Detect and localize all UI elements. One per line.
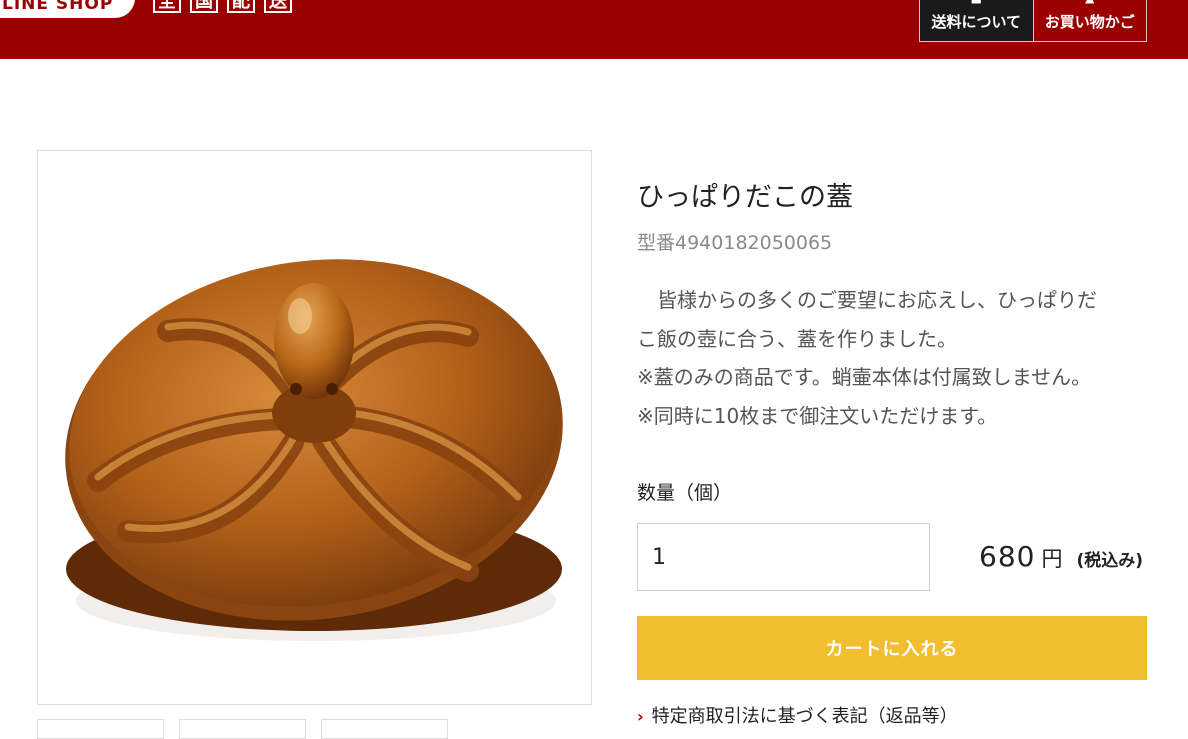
truck-icon: ■ <box>971 0 982 5</box>
description-line-2: こ飯の壺に合う、蓋を作りました。 <box>637 326 957 351</box>
shipping-info-button[interactable]: ■ 送料について <box>920 0 1033 41</box>
banner-char-2: 国 <box>190 0 218 13</box>
logo-text: LINE SHOP <box>2 0 114 14</box>
nationwide-delivery-banner: 全 国 配 送 <box>153 0 292 13</box>
legal-notice-link[interactable]: › 特定商取引法に基づく表記（返品等） <box>637 702 958 728</box>
product-description: 皆様からの多くのご要望にお応えし、ひっぱりだ こ飯の壺に合う、蓋を作りました。 … <box>637 281 1152 435</box>
price-display: 680 円 (税込み) <box>979 540 1143 573</box>
quantity-input[interactable] <box>637 523 930 591</box>
description-line-1: 皆様からの多くのご要望にお応えし、ひっぱりだ <box>637 288 1097 312</box>
thumbnail-strip <box>37 719 448 739</box>
header-buttons: ■ 送料について ▲ お買い物かご <box>919 0 1147 42</box>
add-to-cart-button[interactable]: カートに入れる <box>637 616 1147 680</box>
shopping-cart-button[interactable]: ▲ お買い物かご <box>1032 0 1146 41</box>
product-image[interactable] <box>37 150 592 705</box>
thumbnail-3[interactable] <box>321 719 448 739</box>
quantity-label: 数量（個） <box>637 482 733 504</box>
price-value: 680 <box>979 540 1036 573</box>
banner-char-1: 全 <box>153 0 181 13</box>
shop-logo[interactable]: LINE SHOP <box>0 0 135 18</box>
currency-unit: 円 <box>1041 547 1063 571</box>
banner-char-4: 送 <box>264 0 292 13</box>
description-line-4: ※同時に10枚まで御注文いただけます。 <box>637 403 998 428</box>
description-line-3: ※蓋のみの商品です。蛸壷本体は付属致しません。 <box>637 365 1092 389</box>
chevron-right-icon: › <box>637 707 644 726</box>
cart-icon: ▲ <box>1085 0 1094 5</box>
thumbnail-2[interactable] <box>179 719 306 739</box>
site-header: LINE SHOP 全 国 配 送 ■ 送料について ▲ お買い物かご <box>0 0 1188 59</box>
tax-note: (税込み) <box>1076 551 1143 571</box>
thumbnail-1[interactable] <box>37 719 164 739</box>
product-title: ひっぱりだこの蓋 <box>637 182 853 213</box>
model-number: 型番4940182050065 <box>637 232 833 254</box>
octopus-lid-image <box>65 259 563 641</box>
banner-char-3: 配 <box>227 0 255 13</box>
legal-link-label: 特定商取引法に基づく表記（返品等） <box>651 706 958 727</box>
